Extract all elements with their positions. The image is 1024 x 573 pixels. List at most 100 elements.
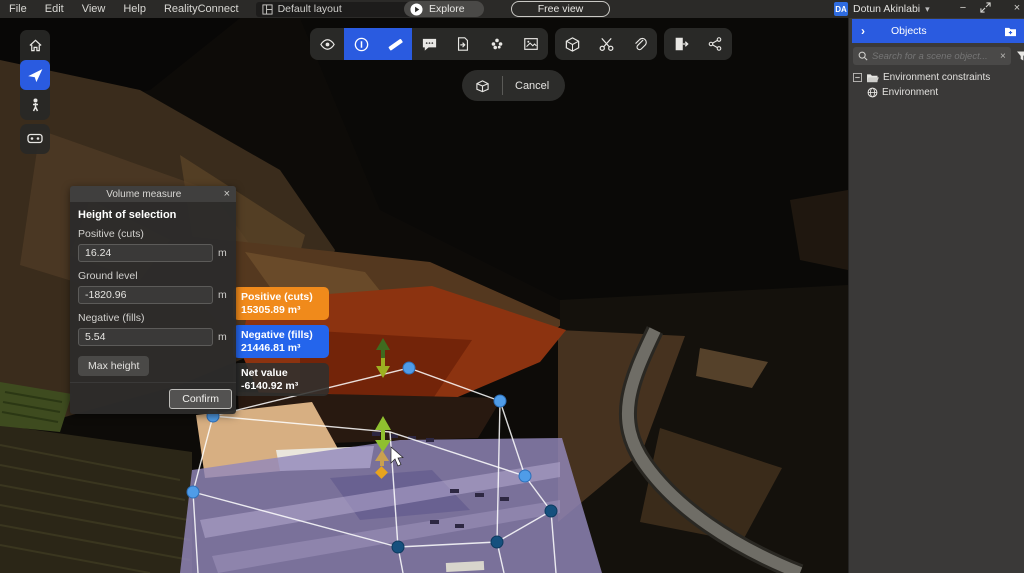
objects-panel-header: › Objects — [852, 19, 1024, 43]
maximize-icon — [980, 2, 991, 13]
splat-icon — [491, 38, 503, 50]
image-icon — [524, 38, 538, 50]
menu-bar: File Edit View Help RealityConnect Defau… — [0, 0, 1024, 18]
scene-object-tree: Environment constraints Environment — [853, 70, 1021, 100]
comments-button[interactable] — [412, 28, 446, 60]
free-view-button[interactable]: Free view — [511, 1, 610, 17]
chevron-down-icon: ▾ — [925, 3, 930, 14]
positive-cuts-field-label: Positive (cuts) — [78, 228, 144, 240]
scissors-icon — [599, 37, 613, 51]
measure-tool-button[interactable] — [378, 28, 412, 60]
tree-item-label: Environment constraints — [883, 72, 991, 83]
share-icon — [708, 37, 722, 51]
cut-button[interactable] — [589, 28, 623, 60]
menu-edit[interactable]: Edit — [36, 3, 73, 15]
file-import-icon — [457, 37, 469, 51]
layout-select-value: Default layout — [277, 3, 342, 15]
layout-icon — [262, 3, 273, 15]
maximize-button[interactable] — [980, 2, 1002, 13]
max-height-button[interactable]: Max height — [78, 356, 150, 376]
open-folder-icon — [867, 73, 879, 82]
file-export-icon — [675, 37, 689, 51]
share-button[interactable] — [698, 28, 732, 60]
play-icon — [410, 2, 423, 16]
ruler-icon — [388, 38, 403, 50]
folder-plus-icon — [1005, 27, 1016, 36]
cancel-button[interactable]: Cancel — [503, 80, 565, 92]
unit-label: m — [218, 289, 227, 301]
viewport-toolbar — [310, 28, 732, 60]
tree-item-environment[interactable]: Environment — [853, 85, 1021, 100]
volume-result-labels: Positive (cuts) 15305.89 m³ Negative (fi… — [233, 287, 329, 401]
fly-mode-button[interactable] — [20, 60, 50, 90]
home-icon — [28, 39, 42, 51]
explore-button[interactable]: Explore — [404, 1, 484, 17]
visibility-button[interactable] — [310, 28, 344, 60]
cube-icon — [565, 36, 579, 52]
negative-fills-input[interactable] — [78, 328, 213, 346]
menu-help[interactable]: Help — [114, 3, 155, 15]
menu-realityconnect[interactable]: RealityConnect — [155, 3, 248, 15]
menu-file[interactable]: File — [0, 3, 36, 15]
paper-plane-icon — [27, 68, 42, 82]
attach-button[interactable] — [623, 28, 657, 60]
collapse-panel-icon[interactable]: › — [852, 24, 873, 38]
eye-icon — [319, 38, 335, 50]
close-icon[interactable]: × — [218, 188, 236, 200]
person-icon — [32, 98, 38, 112]
add-folder-button[interactable] — [996, 26, 1024, 37]
comment-icon — [422, 38, 436, 51]
user-menu[interactable]: DA Dotun Akinlabi ▾ — [830, 0, 934, 18]
positive-cuts-label: Positive (cuts) 15305.89 m³ — [233, 287, 329, 320]
environment-globe-icon — [867, 87, 878, 98]
circle-marker-icon — [354, 37, 368, 51]
paperclip-icon — [635, 37, 647, 51]
explore-label: Explore — [429, 3, 465, 15]
3d-object-button[interactable] — [555, 28, 589, 60]
negative-fills-label: Negative (fills) 21446.81 m³ — [233, 325, 329, 358]
tree-item-environment-constraints[interactable]: Environment constraints — [853, 70, 1021, 85]
layout-select-dropdown[interactable]: Default layout ▾ — [255, 1, 424, 17]
vr-mode-button[interactable] — [20, 124, 50, 154]
clear-search-icon[interactable]: × — [1000, 51, 1006, 62]
panel-title: Volume measure — [106, 188, 182, 200]
avatar: DA — [834, 2, 848, 16]
search-icon — [858, 51, 868, 61]
menu-view[interactable]: View — [73, 3, 115, 15]
ground-level-input[interactable] — [78, 286, 213, 304]
filter-funnel-icon — [1016, 51, 1024, 61]
close-window-button[interactable]: × — [1006, 2, 1024, 14]
tree-item-label: Environment — [882, 87, 939, 98]
net-value-label: Net value -6140.92 m³ — [233, 363, 329, 396]
objects-panel-title: Objects — [891, 25, 927, 37]
user-name: Dotun Akinlabi — [853, 3, 921, 15]
volume-box-button[interactable] — [462, 79, 502, 93]
filter-button[interactable] — [1016, 47, 1024, 65]
import-file-button[interactable] — [446, 28, 480, 60]
panel-title-bar[interactable]: Volume measure × — [70, 186, 236, 202]
home-button[interactable] — [20, 30, 50, 60]
scene-search-box[interactable]: × — [853, 47, 1011, 65]
objects-panel: › Objects × — [848, 0, 1024, 573]
free-view-label: Free view — [537, 3, 584, 15]
export-report-button[interactable] — [664, 28, 698, 60]
volume-measure-panel: Volume measure × Height of selection Pos… — [70, 186, 236, 414]
negative-fills-field-label: Negative (fills) — [78, 312, 145, 324]
scene-search-input[interactable] — [872, 50, 996, 62]
minimize-button[interactable]: − — [952, 2, 974, 14]
unit-label: m — [218, 331, 227, 343]
box-icon — [475, 79, 489, 92]
confirm-button[interactable]: Confirm — [169, 389, 232, 409]
vr-headset-icon — [27, 133, 43, 144]
measure-action-bar: Cancel — [462, 70, 566, 101]
navigation-rail — [20, 30, 50, 154]
image-view-button[interactable] — [514, 28, 548, 60]
point-cloud-button[interactable] — [480, 28, 514, 60]
section-heading: Height of selection — [78, 209, 177, 221]
unit-label: m — [218, 247, 227, 259]
positive-cuts-input[interactable] — [78, 244, 213, 262]
walk-mode-button[interactable] — [20, 90, 50, 120]
collapse-expander-icon[interactable] — [853, 73, 862, 82]
measure-info-button[interactable] — [344, 28, 378, 60]
ground-level-field-label: Ground level — [78, 270, 138, 282]
